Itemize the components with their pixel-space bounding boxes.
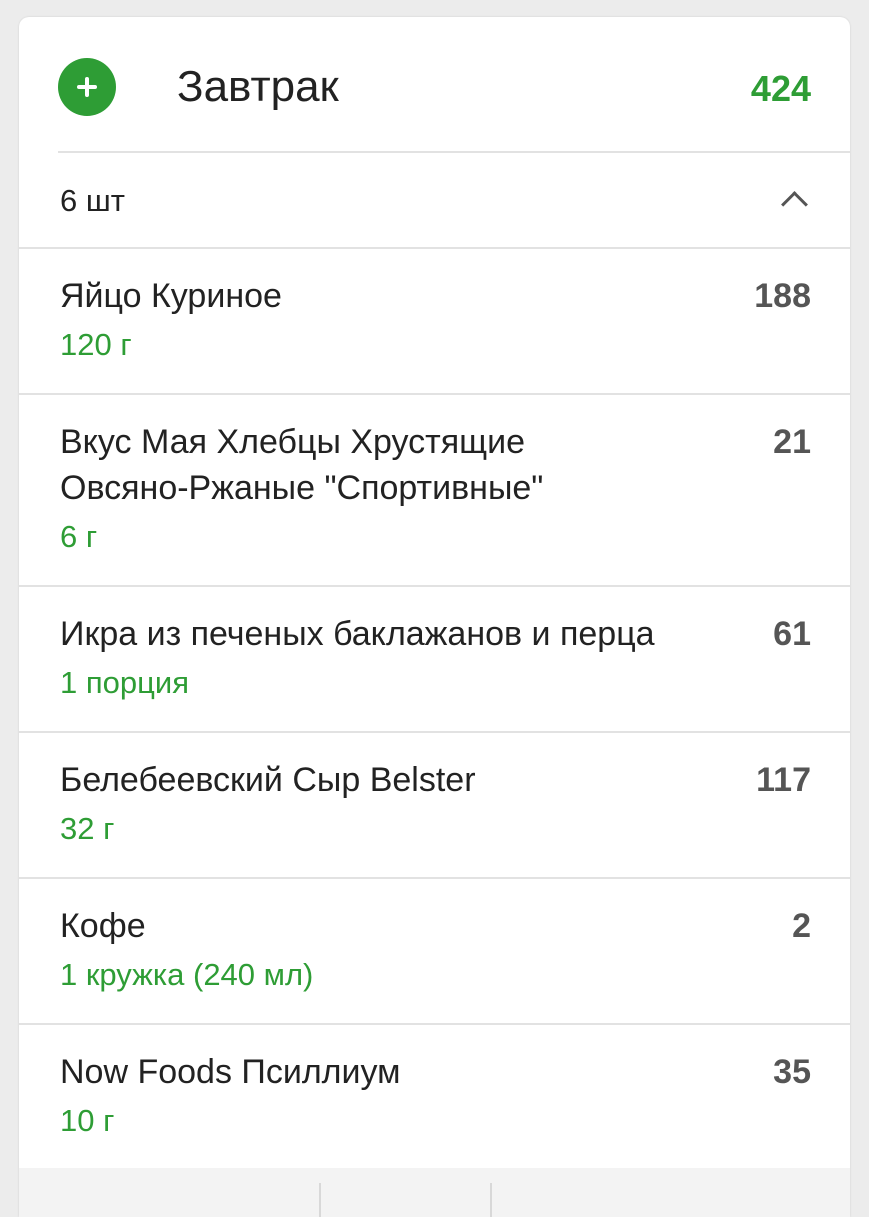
meal-total-calories: 424 bbox=[750, 68, 811, 109]
food-name: Кофе bbox=[60, 907, 146, 945]
food-quantity: 32 г bbox=[60, 811, 115, 846]
items-count-label: 6 шт bbox=[60, 183, 125, 218]
food-calories: 21 bbox=[773, 423, 811, 461]
food-quantity: 6 г bbox=[60, 519, 98, 554]
card-footer-bar bbox=[19, 1168, 850, 1217]
food-calories: 35 bbox=[773, 1053, 811, 1091]
food-item[interactable]: Now Foods Псиллиум 10 г 35 bbox=[19, 1025, 850, 1171]
food-name: Икра из печеных баклажанов и перца bbox=[60, 615, 655, 653]
food-calories: 188 bbox=[754, 277, 811, 315]
meal-card: Завтрак 424 6 шт Яйцо Куриное 120 г 188 … bbox=[19, 17, 850, 1217]
meal-title: Завтрак bbox=[177, 62, 339, 111]
food-quantity: 1 кружка (240 мл) bbox=[60, 957, 314, 992]
food-calories: 61 bbox=[773, 615, 811, 653]
food-name: Белебеевский Сыр Belster bbox=[60, 761, 476, 799]
food-name: Яйцо Куриное bbox=[60, 277, 282, 315]
add-food-button[interactable] bbox=[58, 58, 116, 116]
footer-separator bbox=[490, 1183, 492, 1217]
food-item[interactable]: Икра из печеных баклажанов и перца 1 пор… bbox=[19, 587, 850, 733]
food-quantity: 1 порция bbox=[60, 665, 189, 700]
items-count-toggle[interactable]: 6 шт bbox=[19, 152, 850, 249]
food-item[interactable]: Белебеевский Сыр Belster 32 г 117 bbox=[19, 733, 850, 879]
meal-header: Завтрак 424 bbox=[19, 17, 850, 153]
food-quantity: 10 г bbox=[60, 1103, 115, 1138]
food-quantity: 120 г bbox=[60, 327, 132, 362]
food-name: Вкус Мая Хлебцы Хрустящие Овсяно-Ржаные … bbox=[60, 423, 544, 507]
food-calories: 2 bbox=[792, 907, 811, 945]
food-item[interactable]: Яйцо Куриное 120 г 188 bbox=[19, 249, 850, 395]
footer-separator bbox=[319, 1183, 321, 1217]
food-name: Now Foods Псиллиум bbox=[60, 1053, 401, 1091]
food-item[interactable]: Кофе 1 кружка (240 мл) 2 bbox=[19, 879, 850, 1025]
food-calories: 117 bbox=[756, 761, 811, 799]
chevron-up-icon[interactable] bbox=[782, 189, 804, 211]
food-item[interactable]: Вкус Мая Хлебцы Хрустящие Овсяно-Ржаные … bbox=[19, 395, 850, 587]
